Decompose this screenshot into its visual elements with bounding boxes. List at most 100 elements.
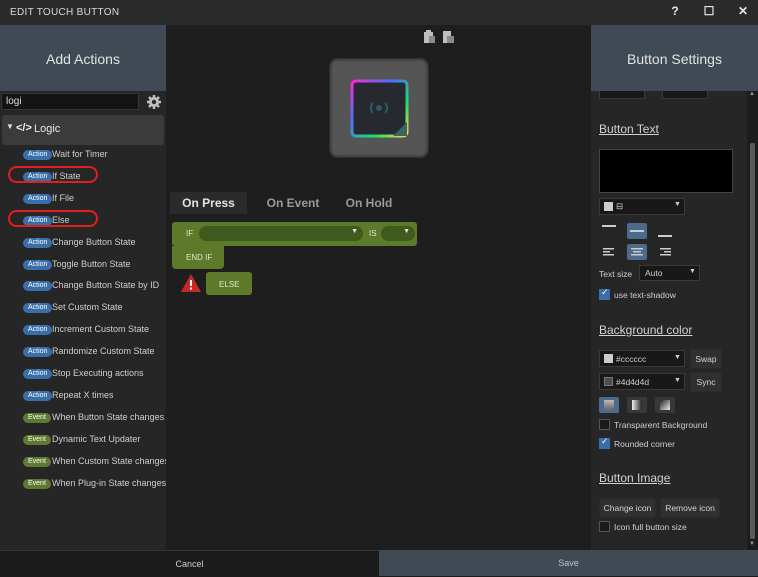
list-item-label: Toggle Button State — [52, 258, 131, 269]
close-button[interactable]: ✕ — [734, 4, 752, 20]
expand-arrow-icon: ▼ — [6, 122, 14, 131]
list-item[interactable]: Event When Button State changes — [0, 410, 166, 428]
clipboard-icons — [424, 30, 454, 43]
list-item[interactable]: Action Set Custom State — [0, 300, 166, 318]
chevron-down-icon: ▼ — [674, 201, 681, 208]
font-size-select-partial[interactable] — [662, 91, 708, 99]
gradient-horizontal-button[interactable] — [627, 397, 647, 413]
list-item[interactable]: Action Repeat X times — [0, 388, 166, 406]
rounded-corner-checkbox[interactable] — [599, 436, 610, 449]
if-label: IF — [186, 229, 194, 238]
else-block[interactable]: ELSE — [206, 272, 252, 295]
list-item-label: Change Button State — [52, 236, 136, 247]
tab-on-press[interactable]: On Press — [170, 192, 247, 214]
window-title: EDIT TOUCH BUTTON — [10, 7, 120, 18]
if-block[interactable]: IF ▼ IS ▼ — [172, 222, 417, 246]
settings-scrollbar[interactable]: ▲ ▼ — [747, 91, 758, 550]
type-badge: Event — [23, 456, 51, 467]
sync-button[interactable]: Sync — [690, 372, 722, 392]
list-item[interactable]: Action Toggle Button State — [0, 257, 166, 275]
button-settings-panel: Button Settings Button Text ⊟ ▼ Text siz… — [591, 25, 758, 550]
highlight-annotation — [8, 209, 98, 227]
paste-icon[interactable] — [424, 30, 435, 43]
scrollbar-thumb[interactable] — [750, 143, 755, 539]
button-settings-header: Button Settings — [591, 25, 758, 91]
gradient-diagonal-button[interactable] — [655, 397, 675, 413]
button-icon — [350, 79, 409, 138]
remove-icon-button[interactable]: Remove icon — [660, 498, 720, 518]
valign-bottom-button[interactable] — [655, 223, 675, 239]
state-select[interactable]: ▼ — [199, 226, 363, 241]
list-item[interactable]: Action Wait for Timer — [0, 147, 166, 165]
gradient-solid-button[interactable] — [599, 397, 619, 413]
transparent-bg-checkbox[interactable] — [599, 419, 610, 430]
tab-on-hold[interactable]: On Hold — [336, 192, 402, 214]
scroll-up-icon[interactable]: ▲ — [749, 91, 755, 97]
maximize-button[interactable]: ☐ — [700, 4, 718, 20]
list-item[interactable]: Event Dynamic Text Updater — [0, 432, 166, 450]
swap-button[interactable]: Swap — [690, 349, 722, 369]
list-item[interactable]: Action Stop Executing actions — [0, 366, 166, 384]
else-label: ELSE — [219, 280, 240, 289]
type-badge: Action — [23, 390, 53, 401]
save-button[interactable]: Save — [379, 550, 758, 576]
color-swatch — [604, 377, 613, 386]
list-item[interactable]: Event When Custom State changes — [0, 454, 170, 472]
text-size-select[interactable]: Auto ▼ — [639, 265, 700, 281]
button-text-title: Button Text — [599, 122, 659, 136]
category-logic[interactable]: ▼ </> Logic — [2, 115, 164, 145]
bg-color2-select[interactable]: #4d4d4d ▼ — [599, 373, 685, 390]
text-shadow-checkbox[interactable] — [599, 287, 610, 300]
bg-color1-select[interactable]: #cccccc ▼ — [599, 350, 685, 367]
scroll-down-icon[interactable]: ▼ — [749, 541, 755, 547]
list-item[interactable]: Action Randomize Custom State — [0, 344, 166, 362]
help-button[interactable]: ? — [666, 4, 684, 20]
add-actions-title: Add Actions — [46, 51, 120, 67]
value-select[interactable]: ▼ — [381, 226, 415, 241]
list-item[interactable]: Action Increment Custom State — [0, 322, 166, 340]
change-icon-button[interactable]: Change icon — [599, 498, 656, 518]
button-text-area[interactable] — [599, 149, 733, 193]
button-preview — [329, 58, 429, 158]
type-badge: Action — [23, 369, 53, 379]
type-badge: Action — [23, 347, 53, 358]
align-center-button[interactable] — [627, 244, 647, 260]
list-item[interactable]: Action If File — [0, 191, 166, 209]
text-color-select[interactable]: ⊟ ▼ — [599, 198, 685, 215]
align-right-button[interactable] — [655, 244, 675, 260]
type-badge: Action — [23, 303, 53, 314]
list-item[interactable]: Action Else — [0, 209, 166, 231]
add-actions-header: Add Actions — [0, 25, 166, 91]
color2-value: #4d4d4d — [616, 377, 650, 387]
list-item-label: Dynamic Text Updater — [52, 433, 141, 444]
search-input[interactable] — [1, 93, 139, 110]
copy-icon[interactable] — [443, 31, 454, 43]
list-item-label: Stop Executing actions — [52, 368, 144, 378]
text-shadow-label: use text-shadow — [614, 290, 676, 300]
valign-top-button[interactable] — [599, 223, 619, 239]
title-bar: EDIT TOUCH BUTTON ? ☐ ✕ — [0, 0, 758, 26]
valign-middle-button[interactable] — [627, 223, 647, 239]
color-swatch — [604, 354, 613, 363]
gear-icon[interactable] — [146, 94, 162, 110]
font-select-partial[interactable] — [599, 91, 645, 99]
list-item-label: When Custom State changes — [52, 455, 170, 466]
list-item-label: Wait for Timer — [52, 149, 108, 159]
list-item-label: Randomize Custom State — [52, 346, 155, 357]
list-item[interactable]: Event When Plug-in State changes — [0, 476, 166, 494]
list-item[interactable]: Action Change Button State by ID — [0, 278, 166, 296]
icon-full-size-checkbox[interactable] — [599, 521, 610, 532]
end-if-block: END IF — [172, 246, 224, 269]
end-if-label: END IF — [186, 253, 213, 262]
align-left-button[interactable] — [599, 244, 619, 260]
list-item-label: If File — [52, 192, 75, 203]
type-badge: Action — [23, 259, 53, 270]
warning-icon — [181, 274, 201, 292]
list-item[interactable]: Action If State — [0, 165, 166, 187]
list-item[interactable]: Action Change Button State — [0, 235, 166, 253]
background-color-title: Background color — [599, 323, 693, 337]
chevron-down-icon: ▼ — [403, 228, 410, 235]
tab-on-event[interactable]: On Event — [252, 192, 334, 214]
cancel-button[interactable]: Cancel — [0, 550, 379, 576]
list-item-label: When Button State changes — [52, 411, 165, 422]
